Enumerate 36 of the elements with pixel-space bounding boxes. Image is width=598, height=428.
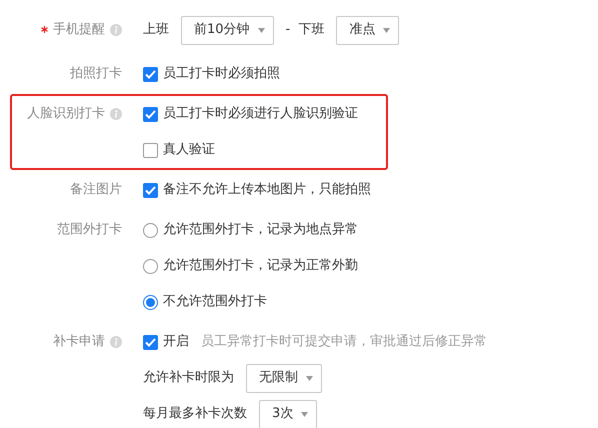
text-label: 允许补卡时限为	[143, 369, 234, 388]
dropdown[interactable]: 3次	[259, 400, 318, 428]
text-label: -	[286, 21, 290, 40]
checkbox[interactable]	[143, 106, 158, 122]
checkbox-label[interactable]: 开启	[163, 332, 189, 352]
text-label: 每月最多补卡次数	[143, 405, 247, 424]
checkbox-label[interactable]: 真人验证	[163, 140, 215, 160]
caret-icon	[258, 28, 265, 32]
field-label: 拍照打卡	[70, 65, 122, 84]
checkbox[interactable]	[143, 334, 158, 350]
radio-label[interactable]: 允许范围外打卡，记录为正常外勤	[163, 256, 358, 276]
checkbox-label[interactable]: 员工打卡时必须拍照	[163, 64, 280, 84]
caret-icon	[306, 376, 313, 380]
field-label: 人脸识别打卡	[27, 105, 105, 124]
checkbox-label[interactable]: 员工打卡时必须进行人脸识别验证	[163, 104, 358, 124]
caret-icon	[383, 28, 390, 32]
checkbox[interactable]	[143, 182, 158, 198]
field-label: 补卡申请	[53, 333, 105, 352]
dropdown[interactable]: 前10分钟	[181, 16, 274, 44]
dropdown[interactable]: 无限制	[246, 364, 322, 392]
radio-label[interactable]: 不允许范围外打卡	[163, 292, 267, 312]
caret-icon	[301, 412, 308, 416]
dropdown[interactable]: 准点	[336, 16, 400, 44]
checkbox[interactable]	[143, 142, 158, 158]
checkbox[interactable]	[143, 66, 158, 82]
checkbox-label[interactable]: 备注不允许上传本地图片，只能拍照	[163, 180, 371, 200]
field-label: 手机提醒	[53, 21, 105, 40]
text-label: 上班	[143, 21, 169, 40]
radio-button[interactable]	[143, 222, 158, 238]
radio-label[interactable]: 允许范围外打卡，记录为地点异常	[163, 220, 358, 240]
text-label: 下班	[298, 21, 324, 40]
hint-text: 员工异常打卡时可提交申请，审批通过后修正异常	[201, 333, 487, 352]
radio-button[interactable]	[143, 294, 158, 310]
radio-button[interactable]	[143, 258, 158, 274]
field-label: 备注图片	[70, 181, 122, 200]
field-label: 范围外打卡	[57, 221, 122, 240]
